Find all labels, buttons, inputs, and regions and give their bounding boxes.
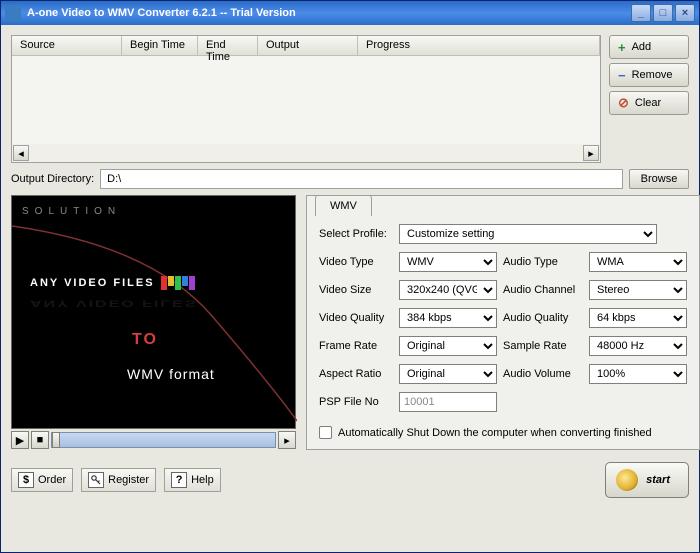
preview-to: TO <box>132 331 158 349</box>
video-quality-label: Video Quality <box>319 312 393 324</box>
seek-slider[interactable] <box>51 432 276 448</box>
preview-pane: SOLUTION ANY VIDEO FILES ANY VIDEO FILES… <box>11 195 296 429</box>
scroll-track[interactable] <box>29 145 583 161</box>
frame-rate-label: Frame Rate <box>319 340 393 352</box>
video-type-label: Video Type <box>319 256 393 268</box>
remove-label: Remove <box>632 69 673 81</box>
scroll-left-icon[interactable]: ◂ <box>13 145 29 161</box>
clear-button[interactable]: ⊘ Clear <box>609 91 689 115</box>
plus-icon: + <box>618 40 626 55</box>
register-button[interactable]: Register <box>81 468 156 492</box>
help-icon: ? <box>171 472 187 488</box>
video-quality-select[interactable]: 384 kbps <box>399 308 497 328</box>
col-output[interactable]: Output <box>258 36 358 55</box>
key-icon <box>88 472 104 488</box>
settings-panel: WMV Select Profile: Customize setting Vi… <box>306 195 700 450</box>
order-label: Order <box>38 474 66 486</box>
auto-shutdown-label: Automatically Shut Down the computer whe… <box>338 427 652 439</box>
help-button[interactable]: ? Help <box>164 468 221 492</box>
app-window: A-one Video to WMV Converter 6.2.1 -- Tr… <box>0 0 700 553</box>
title-text: A-one Video to WMV Converter 6.2.1 -- Tr… <box>27 7 631 19</box>
audio-type-select[interactable]: WMA <box>589 252 687 272</box>
grid-body[interactable] <box>12 56 600 144</box>
output-dir-input[interactable] <box>100 169 623 189</box>
minus-icon: − <box>618 68 626 83</box>
browse-button[interactable]: Browse <box>629 169 689 189</box>
help-label: Help <box>191 474 214 486</box>
profile-select[interactable]: Customize setting <box>399 224 657 244</box>
curve-graphic <box>12 196 297 430</box>
col-end-time[interactable]: End Time <box>198 36 258 55</box>
app-icon <box>5 5 21 21</box>
play-button[interactable]: ▶ <box>11 431 29 449</box>
audio-channel-select[interactable]: Stereo <box>589 280 687 300</box>
titlebar[interactable]: A-one Video to WMV Converter 6.2.1 -- Tr… <box>1 1 699 25</box>
audio-quality-select[interactable]: 64 kbps <box>589 308 687 328</box>
preview-reflection: ANY VIDEO FILES <box>30 298 198 309</box>
frame-rate-select[interactable]: Original <box>399 336 497 356</box>
aspect-ratio-label: Aspect Ratio <box>319 368 393 380</box>
start-icon <box>616 469 638 491</box>
grid-header: Source Begin Time End Time Output Progre… <box>12 36 600 56</box>
scroll-right-icon[interactable]: ▸ <box>583 145 599 161</box>
sample-rate-label: Sample Rate <box>503 340 583 352</box>
close-button[interactable]: × <box>675 4 695 22</box>
tab-wmv[interactable]: WMV <box>315 195 372 216</box>
col-progress[interactable]: Progress <box>358 36 600 55</box>
col-source[interactable]: Source <box>12 36 122 55</box>
order-button[interactable]: $ Order <box>11 468 73 492</box>
psp-file-label: PSP File No <box>319 396 393 408</box>
sample-rate-select[interactable]: 48000 Hz <box>589 336 687 356</box>
audio-volume-label: Audio Volume <box>503 368 583 380</box>
preview-format: WMV format <box>127 366 215 382</box>
horizontal-scrollbar[interactable]: ◂ ▸ <box>13 145 599 161</box>
clear-label: Clear <box>635 97 661 109</box>
dollar-icon: $ <box>18 472 34 488</box>
output-dir-label: Output Directory: <box>11 173 94 185</box>
stop-button[interactable]: ■ <box>31 431 49 449</box>
audio-channel-label: Audio Channel <box>503 284 583 296</box>
add-label: Add <box>632 41 652 53</box>
preview-mainline: ANY VIDEO FILES <box>30 276 195 290</box>
register-label: Register <box>108 474 149 486</box>
aspect-ratio-select[interactable]: Original <box>399 364 497 384</box>
file-list[interactable]: Source Begin Time End Time Output Progre… <box>11 35 601 163</box>
maximize-button[interactable]: □ <box>653 4 673 22</box>
profile-label: Select Profile: <box>319 228 393 240</box>
seek-thumb[interactable] <box>52 432 60 448</box>
start-label: start <box>646 474 670 486</box>
video-size-label: Video Size <box>319 284 393 296</box>
audio-type-label: Audio Type <box>503 256 583 268</box>
auto-shutdown-checkbox[interactable] <box>319 426 332 439</box>
remove-button[interactable]: − Remove <box>609 63 689 87</box>
minimize-button[interactable]: _ <box>631 4 651 22</box>
logo-icon <box>161 276 195 290</box>
audio-volume-select[interactable]: 100% <box>589 364 687 384</box>
preview-topline: SOLUTION <box>22 206 121 217</box>
clear-icon: ⊘ <box>618 95 629 111</box>
psp-file-input[interactable] <box>399 392 497 412</box>
audio-quality-label: Audio Quality <box>503 312 583 324</box>
video-type-select[interactable]: WMV <box>399 252 497 272</box>
start-button[interactable]: start <box>605 462 689 498</box>
video-size-select[interactable]: 320x240 (QVGA) <box>399 280 497 300</box>
add-button[interactable]: + Add <box>609 35 689 59</box>
col-begin-time[interactable]: Begin Time <box>122 36 198 55</box>
seek-end-button[interactable]: ▸ <box>278 431 296 449</box>
